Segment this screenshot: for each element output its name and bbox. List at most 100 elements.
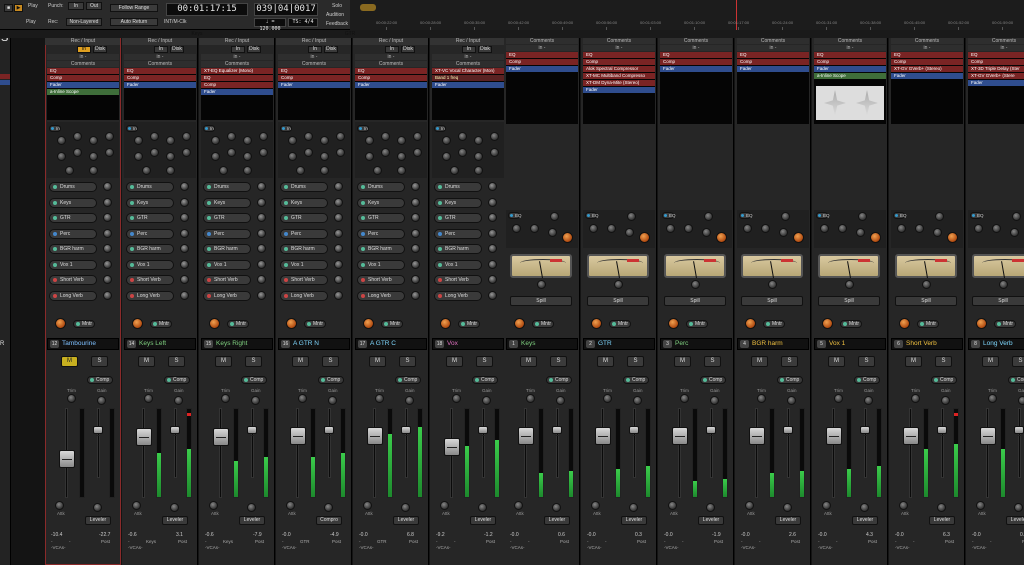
gain-knob[interactable]	[1018, 396, 1024, 405]
disk-button[interactable]: Disk	[324, 46, 338, 53]
solo-button[interactable]: S	[91, 356, 108, 367]
send-level-knob[interactable]	[257, 290, 266, 300]
eq-gain-knob[interactable]	[550, 212, 559, 221]
gain-knob[interactable]	[864, 396, 873, 405]
eq-knob[interactable]	[288, 136, 297, 145]
send-long-verb[interactable]: Long Verb	[126, 290, 174, 301]
gain-track[interactable]	[405, 408, 408, 478]
output-knob[interactable]	[478, 503, 487, 512]
solo-button[interactable]: S	[627, 356, 644, 367]
bus-name[interactable]: 8 Long Verb	[968, 338, 1024, 350]
trim-knob[interactable]	[603, 394, 612, 403]
send-keys[interactable]: Keys	[126, 197, 174, 208]
send-keys[interactable]: Keys	[357, 197, 405, 208]
trim-knob[interactable]	[67, 394, 76, 403]
send-level-knob[interactable]	[103, 290, 112, 300]
volume-fader[interactable]	[903, 426, 919, 445]
volume-fader[interactable]	[980, 426, 996, 445]
eq-gain-knob[interactable]	[1012, 212, 1021, 221]
send-level-knob[interactable]	[334, 290, 343, 300]
leveler-button[interactable]: Leveler	[929, 516, 955, 525]
plugin-slot[interactable]: Comp	[660, 59, 732, 65]
eq-knob[interactable]	[166, 136, 175, 145]
plugin-slot[interactable]: Alok Spectral Compressor	[583, 66, 655, 72]
comp-button[interactable]: Comp	[700, 376, 726, 384]
send-keys[interactable]: Keys	[280, 197, 328, 208]
eq-knob[interactable]	[490, 148, 499, 157]
plugin-slot[interactable]: EQ	[660, 52, 732, 58]
eq-freq-knob[interactable]	[974, 224, 983, 233]
attack-knob[interactable]	[822, 501, 831, 510]
monitor-button[interactable]: Mntr	[150, 320, 172, 328]
plugin-slot[interactable]: Fader	[124, 82, 196, 88]
eq-knob[interactable]	[442, 152, 451, 161]
trim-knob[interactable]	[526, 394, 535, 403]
monitor-button[interactable]: Mntr	[532, 320, 554, 328]
bus-name[interactable]: 1 Keys	[506, 338, 578, 350]
output-knob[interactable]	[324, 503, 333, 512]
solo-button[interactable]: S	[935, 356, 952, 367]
monitor-button[interactable]: Mntr	[227, 320, 249, 328]
send-level-knob[interactable]	[488, 275, 497, 284]
track-name[interactable]: 12 Tambourine	[47, 338, 119, 350]
gain-fader[interactable]	[247, 426, 257, 436]
solo-button[interactable]: S	[476, 356, 493, 367]
trim-knob[interactable]	[221, 394, 230, 403]
fader-track[interactable]	[832, 408, 835, 498]
send-level-knob[interactable]	[411, 275, 420, 284]
leveler-button[interactable]: Leveler	[239, 516, 265, 525]
comp-ratio-knob[interactable]	[793, 232, 804, 243]
drive-knob[interactable]	[922, 280, 931, 289]
eq-knob[interactable]	[219, 166, 228, 175]
plugin-slot[interactable]: Fader	[814, 66, 886, 72]
comp-ratio-knob[interactable]	[639, 232, 650, 243]
attack-knob[interactable]	[55, 501, 64, 510]
output-knob[interactable]	[783, 503, 792, 512]
send-level-knob[interactable]	[411, 259, 420, 269]
send-perc[interactable]: Perc	[49, 228, 97, 239]
plugin-slot[interactable]: Comp	[737, 59, 809, 65]
follow-range-button[interactable]: Follow Range	[110, 4, 158, 12]
send-level-knob[interactable]	[180, 182, 189, 191]
processor-box[interactable]: EQ Comp Fader	[355, 68, 427, 120]
plugin-slot[interactable]: a-Inline Scope	[814, 73, 886, 79]
eq-knob[interactable]	[57, 136, 66, 145]
send-perc[interactable]: Perc	[203, 228, 251, 239]
volume-fader[interactable]	[749, 426, 765, 445]
time-signature-display[interactable]: TS: 4/4	[288, 18, 318, 27]
comp-ratio-knob[interactable]	[947, 232, 958, 243]
send-level-knob[interactable]	[411, 213, 420, 222]
attack-knob[interactable]	[440, 501, 449, 510]
eq-knob[interactable]	[65, 166, 74, 175]
send-short-verb[interactable]: Short Verb	[126, 275, 174, 285]
disk-button[interactable]: Disk	[247, 46, 261, 53]
plugin-slot[interactable]: Fader	[737, 66, 809, 72]
send-level-knob[interactable]	[411, 228, 420, 238]
eq-freq-knob[interactable]	[666, 224, 675, 233]
fader-track[interactable]	[219, 408, 222, 498]
plugin-slot[interactable]: Comp	[506, 59, 578, 65]
send-drums[interactable]: Drums	[49, 182, 97, 192]
plugin-slot[interactable]: XT-3D Triple Delay (Ster	[968, 66, 1024, 72]
send-keys[interactable]: Keys	[203, 197, 251, 208]
plugin-slot[interactable]: EQ	[124, 68, 196, 74]
disk-button[interactable]: Disk	[401, 46, 415, 53]
send-level-knob[interactable]	[334, 182, 343, 191]
send-bgr-harm[interactable]: BGR harm	[203, 244, 251, 254]
send-gtr[interactable]: GTR	[434, 213, 482, 223]
send-level-knob[interactable]	[180, 197, 189, 207]
track-name[interactable]: 17 A GTR C	[355, 338, 427, 350]
output-knob[interactable]	[247, 503, 256, 512]
bus-name[interactable]: 5 Vox 1	[814, 338, 886, 350]
drive-knob[interactable]	[845, 280, 854, 289]
gain-track[interactable]	[787, 408, 790, 478]
eq-knob[interactable]	[89, 152, 98, 161]
leveler-button[interactable]: Leveler	[393, 516, 419, 525]
send-gtr[interactable]: GTR	[357, 213, 405, 223]
output-knob[interactable]	[93, 503, 102, 512]
stop-button[interactable]: ■	[4, 4, 13, 12]
eq-knob[interactable]	[397, 136, 406, 145]
plugin-slot[interactable]: EQ	[506, 52, 578, 58]
track-name[interactable]: 16 A GTR N	[278, 338, 350, 350]
plugin-slot[interactable]: EQ	[47, 68, 119, 74]
